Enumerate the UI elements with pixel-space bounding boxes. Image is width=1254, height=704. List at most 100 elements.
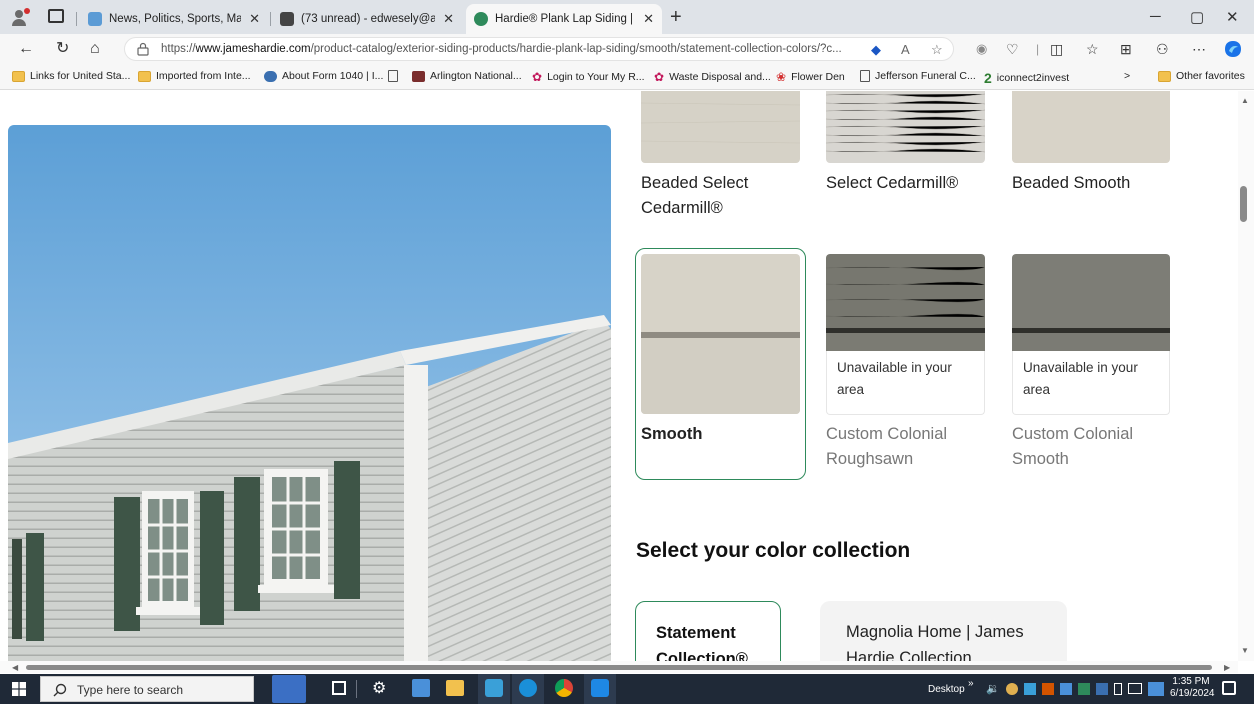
tray-app-icon[interactable] [1096,683,1108,695]
tray-app-icon[interactable] [1078,683,1090,695]
task-view-icon[interactable] [332,681,346,695]
volume-icon[interactable]: 🔉 [986,683,1000,695]
restore-icon[interactable]: ▢ [1190,8,1204,26]
texture-label-custom-colonial-roughsawn[interactable]: Custom Colonial Roughsawn [826,422,947,472]
scroll-up-arrow[interactable]: ▲ [1241,96,1249,105]
network-icon[interactable] [1128,683,1142,694]
taskbar-clock[interactable]: 1:35 PM 6/19/2024 [1170,676,1215,700]
favorite-item[interactable]: ✿ Login to Your My R... [532,70,645,84]
taskbar-app-slot[interactable] [584,674,616,704]
tray-app-icon[interactable] [1148,682,1164,696]
address-bar[interactable]: https://www.jameshardie.com/product-cata… [124,37,954,61]
battery-icon[interactable] [1114,683,1122,695]
swatch-custom-colonial-smooth[interactable] [1012,254,1170,351]
texture-label-custom-colonial-smooth[interactable]: Custom Colonial Smooth [1012,422,1133,472]
other-favorites-button[interactable]: Other favorites [1158,70,1245,82]
tag-icon[interactable]: ◆ [871,42,881,58]
extension-icon[interactable]: ◉ [976,40,987,58]
favorite-item[interactable]: 2 iconnect2invest [984,70,1069,86]
collection-magnolia-button[interactable]: Magnolia Home | James Hardie Collection [820,601,1067,661]
collections-icon[interactable]: ⊞ [1120,40,1132,58]
lock-icon[interactable] [137,42,149,56]
chrome-taskbar-slot[interactable] [548,674,580,704]
tab-actions-icon[interactable] [48,9,64,23]
new-tab-button[interactable]: + [670,7,682,27]
swatch-custom-colonial-roughsawn[interactable] [826,254,985,351]
close-icon[interactable]: ✕ [443,11,454,27]
folder-icon [138,70,151,82]
swatch-beaded-smooth[interactable] [1012,91,1170,163]
minimize-icon[interactable]: ─ [1150,8,1161,25]
notifications-icon[interactable] [1222,681,1236,695]
texture-label-smooth[interactable]: Smooth [641,422,702,447]
edge-taskbar-slot[interactable] [512,674,544,704]
desktop-toolbar-label[interactable]: Desktop [928,684,965,696]
tray-overflow-icon[interactable]: » [968,678,974,690]
refresh-icon[interactable]: ↻ [56,40,69,58]
favorites-icon[interactable]: ☆ [1086,40,1099,58]
app-icon[interactable] [412,679,430,697]
chrome-icon [555,679,573,697]
home-icon[interactable]: ⌂ [90,40,100,58]
vertical-scrollbar[interactable] [1238,91,1254,661]
read-aloud-icon[interactable]: A [901,42,910,57]
copilot-icon[interactable] [1224,40,1242,58]
taskbar-app-slot[interactable] [478,674,510,704]
tray-app-icon[interactable] [1024,683,1036,695]
favorites-overflow-button[interactable]: > [1124,70,1130,82]
collection-statement-button[interactable]: Statement Collection® [635,601,781,661]
favorite-item[interactable]: About Form 1040 | I... [264,70,383,82]
two-icon: 2 [984,70,992,86]
favorite-item[interactable] [388,70,403,82]
favorite-item[interactable]: Imported from Inte... [138,70,251,82]
horizontal-scroll-thumb[interactable] [26,665,1212,670]
taskbar: Type here to search ⚙ Desktop » 🔉 1:35 P… [0,674,1254,704]
favorite-item[interactable]: Arlington National... [412,70,522,82]
extensions-icon[interactable]: ⚇ [1156,40,1169,58]
more-icon[interactable]: ⋯ [1192,40,1206,58]
file-explorer-icon[interactable] [446,680,464,696]
irs-icon [264,70,277,82]
scroll-right-arrow[interactable]: ▶ [1224,663,1230,672]
flower-icon: ❀ [776,70,787,84]
settings-gear-icon[interactable]: ⚙ [372,678,386,698]
close-icon[interactable]: ✕ [249,11,260,27]
tab-title: News, Politics, Sports, Mail & Lat [109,13,242,25]
swatch-smooth[interactable] [641,254,800,414]
tray-app-icon[interactable] [1060,683,1072,695]
back-icon[interactable]: ← [18,40,34,58]
app-icon [485,679,503,697]
split-screen-icon[interactable]: ◫ [1050,40,1063,58]
swatch-select-cedarmill[interactable] [826,91,985,163]
favorite-item[interactable]: ❀ Flower Den [776,70,845,84]
windows-start-icon[interactable] [12,682,26,696]
scroll-left-arrow[interactable]: ◀ [12,663,18,672]
screen: News, Politics, Sports, Mail & Lat ✕ (73… [0,0,1254,704]
tab-news[interactable]: News, Politics, Sports, Mail & Lat ✕ [80,4,268,34]
page-content: Beaded Select Cedarmill® Select Cedarmil… [0,91,1238,661]
close-window-icon[interactable]: ✕ [1226,8,1239,26]
folder-icon [1158,70,1171,82]
favorite-item[interactable]: Jefferson Funeral C... [860,70,976,82]
edge-icon [519,679,537,697]
favorite-item[interactable]: Links for United Sta... [12,70,130,82]
texture-label-beaded-smooth[interactable]: Beaded Smooth [1012,171,1130,196]
tab-separator [76,12,77,26]
taskbar-divider [356,680,357,698]
browser-essentials-icon[interactable]: ♡ [1006,40,1019,58]
profile-icon[interactable] [10,6,32,28]
taskbar-search-input[interactable]: Type here to search [40,676,254,702]
news-widget-icon[interactable] [272,675,306,703]
tray-app-icon[interactable] [1006,683,1018,695]
tab-mail[interactable]: (73 unread) - edwesely@aol.com ✕ [272,4,462,34]
vertical-scroll-thumb[interactable] [1240,186,1247,222]
close-icon[interactable]: ✕ [643,11,654,27]
tray-app-icon[interactable] [1042,683,1054,695]
texture-label-select-cedarmill[interactable]: Select Cedarmill® [826,171,958,196]
swatch-beaded-select-cedarmill[interactable] [641,91,800,163]
favorite-star-icon[interactable]: ☆ [931,42,943,58]
texture-label-beaded-select-cedarmill[interactable]: Beaded Select Cedarmill® [641,171,748,221]
favorite-item[interactable]: ✿ Waste Disposal and... [654,70,771,84]
tab-hardie[interactable]: Hardie® Plank Lap Siding | Jame ✕ [466,4,662,34]
scroll-down-arrow[interactable]: ▼ [1241,646,1249,655]
